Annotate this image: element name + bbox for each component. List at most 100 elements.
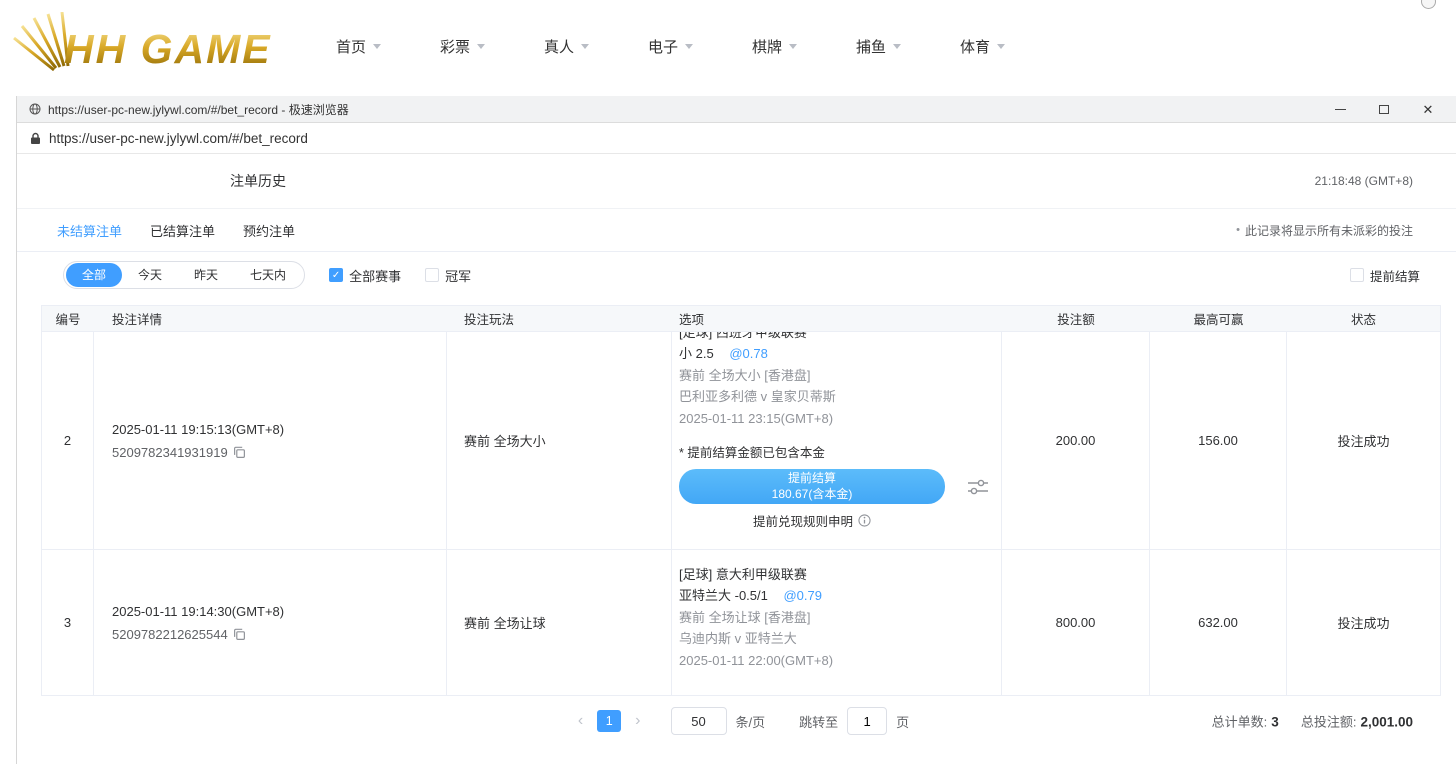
odds-value: @0.78 xyxy=(729,346,768,361)
jump-to-label: 跳转至 xyxy=(799,712,838,731)
pager: ‹ 1 › 条/页 跳转至 页 xyxy=(572,707,909,735)
tabs-note-text: 此记录将显示所有未派彩的投注 xyxy=(1245,222,1413,239)
browser-window: https://user-pc-new.jylywl.com/#/bet_rec… xyxy=(16,96,1456,764)
table-row: 2 2025-01-11 19:15:13(GMT+8) 52097823419… xyxy=(42,332,1440,550)
league-name: [足球] 西班牙甲级联赛 xyxy=(679,332,995,343)
maximize-button[interactable] xyxy=(1374,99,1394,119)
pill-all[interactable]: 全部 xyxy=(66,263,122,287)
checkbox-checked-icon: ✓ xyxy=(329,268,343,282)
all-events-checkbox[interactable]: ✓ 全部赛事 xyxy=(329,266,401,285)
jump-suffix-label: 页 xyxy=(896,712,909,731)
nav-item-sports[interactable]: 体育 xyxy=(960,36,1064,57)
cell-maxwin: 632.00 xyxy=(1150,550,1287,695)
nav-item-lottery[interactable]: 彩票 xyxy=(440,36,544,57)
nav-item-fishing[interactable]: 捕鱼 xyxy=(856,36,960,57)
cell-status: 投注成功 xyxy=(1287,550,1440,695)
cashout-rules-link[interactable]: 提前兑现规则申明 xyxy=(679,511,945,530)
totals: 总计单数:3 总投注额:2,001.00 xyxy=(1212,712,1413,731)
bet-id: 5209782341931919 xyxy=(112,445,228,460)
header-status: 状态 xyxy=(1287,306,1440,331)
address-url: https://user-pc-new.jylywl.com/#/bet_rec… xyxy=(49,131,308,146)
table-header: 编号 投注详情 投注玩法 选项 投注额 最高可赢 状态 xyxy=(42,305,1440,332)
nav-item-cards[interactable]: 棋牌 xyxy=(752,36,856,57)
match-time: 2025-01-11 22:00(GMT+8) xyxy=(679,650,995,672)
cell-option: [足球] 意大利甲级联赛 亚特兰大 -0.5/1 @0.79 赛前 全场让球 [… xyxy=(672,550,1002,695)
header-no: 编号 xyxy=(42,306,94,331)
nav-label: 棋牌 xyxy=(752,36,782,57)
copy-icon[interactable] xyxy=(233,446,246,459)
nav-item-home[interactable]: 首页 xyxy=(336,36,440,57)
jump-page-input[interactable] xyxy=(847,707,887,735)
window-title: https://user-pc-new.jylywl.com/#/bet_rec… xyxy=(48,101,349,118)
cashout-row: 提前结算 180.67(含本金) xyxy=(679,469,995,504)
chevron-down-icon xyxy=(893,44,901,49)
nav-item-live[interactable]: 真人 xyxy=(544,36,648,57)
bet-time: 2025-01-11 19:14:30(GMT+8) xyxy=(112,604,446,619)
early-settle-label: 提前结算 xyxy=(1370,266,1420,285)
cell-play: 赛前 全场大小 xyxy=(447,332,672,549)
selection: 亚特兰大 -0.5/1 xyxy=(679,588,768,603)
browser-titlebar[interactable]: https://user-pc-new.jylywl.com/#/bet_rec… xyxy=(17,96,1456,123)
nav-label: 真人 xyxy=(544,36,574,57)
cell-amount: 200.00 xyxy=(1002,332,1150,549)
minimize-button[interactable] xyxy=(1330,99,1350,119)
nav-item-slots[interactable]: 电子 xyxy=(648,36,752,57)
cashout-slider-icon[interactable] xyxy=(967,479,989,495)
header-maxwin: 最高可赢 xyxy=(1150,306,1287,331)
filter-row: 全部 今天 昨天 七天内 ✓ 全部赛事 冠军 提前结算 xyxy=(17,252,1456,298)
market-type: 赛前 全场让球 [香港盘] xyxy=(679,607,995,629)
address-bar[interactable]: https://user-pc-new.jylywl.com/#/bet_rec… xyxy=(17,123,1456,154)
match-teams: 巴利亚多利德 v 皇家贝蒂斯 xyxy=(679,386,995,408)
cell-option: [足球] 西班牙甲级联赛 小 2.5 @0.78 赛前 全场大小 [香港盘] 巴… xyxy=(672,332,1002,549)
pill-today[interactable]: 今天 xyxy=(122,263,178,287)
header-option: 选项 xyxy=(672,306,1002,331)
champion-label: 冠军 xyxy=(445,266,471,285)
site-header: HH GAME 首页 彩票 真人 电子 棋牌 捕鱼 体育 xyxy=(0,0,1456,92)
chevron-down-icon xyxy=(685,44,693,49)
nav-label: 电子 xyxy=(648,36,678,57)
page-number-button[interactable]: 1 xyxy=(597,710,621,732)
site-logo[interactable]: HH GAME xyxy=(10,12,300,81)
market-type: 赛前 全场大小 [香港盘] xyxy=(679,365,995,387)
cashout-button-amount: 180.67(含本金) xyxy=(772,487,853,503)
copy-icon[interactable] xyxy=(233,628,246,641)
prev-page-icon[interactable]: ‹ xyxy=(572,713,589,729)
tab-settled[interactable]: 已结算注单 xyxy=(150,221,215,240)
cashout-button-title: 提前结算 xyxy=(788,471,836,487)
cashout-rules-text: 提前兑现规则申明 xyxy=(753,511,853,530)
globe-icon xyxy=(29,103,41,115)
pagination-bar: ‹ 1 › 条/页 跳转至 页 总计单数:3 总投注额:2,001.00 xyxy=(41,698,1440,744)
champion-checkbox[interactable]: 冠军 xyxy=(425,266,471,285)
cell-details: 2025-01-11 19:15:13(GMT+8) 5209782341931… xyxy=(94,332,447,549)
cell-amount: 800.00 xyxy=(1002,550,1150,695)
pill-yesterday[interactable]: 昨天 xyxy=(178,263,234,287)
cashout-note: * 提前结算金额已包含本金 xyxy=(679,443,995,463)
chevron-down-icon xyxy=(789,44,797,49)
page-head: 注单历史 21:18:48 (GMT+8) xyxy=(17,154,1456,209)
tabs-note: • 此记录将显示所有未派彩的投注 xyxy=(1236,222,1413,239)
bet-id: 5209782212625544 xyxy=(112,627,228,642)
header-details: 投注详情 xyxy=(94,306,447,331)
maximize-icon xyxy=(1379,105,1389,114)
clipped-league-line: [足球] 西班牙甲级联赛 xyxy=(679,332,995,343)
early-settle-checkbox[interactable]: 提前结算 xyxy=(1350,266,1420,285)
odds-value: @0.79 xyxy=(783,588,822,603)
match-teams: 乌迪内斯 v 亚特兰大 xyxy=(679,628,995,650)
tab-unsettled[interactable]: 未结算注单 xyxy=(57,221,122,240)
logo-graphic: HH GAME xyxy=(10,12,290,76)
close-button[interactable]: ✕ xyxy=(1418,99,1438,119)
pill-7days[interactable]: 七天内 xyxy=(234,263,302,287)
header-play: 投注玩法 xyxy=(447,306,672,331)
next-page-icon[interactable]: › xyxy=(629,713,646,729)
info-icon xyxy=(858,514,871,527)
bet-table: 编号 投注详情 投注玩法 选项 投注额 最高可赢 状态 2 2025-01-11… xyxy=(41,305,1441,696)
selection-line: 小 2.5 @0.78 xyxy=(679,343,995,365)
tab-reserved[interactable]: 预约注单 xyxy=(243,221,295,240)
page-size-input[interactable] xyxy=(671,707,727,735)
cell-details: 2025-01-11 19:14:30(GMT+8) 5209782212625… xyxy=(94,550,447,695)
selection: 小 2.5 xyxy=(679,346,714,361)
header-amount: 投注额 xyxy=(1002,306,1150,331)
page-size-label: 条/页 xyxy=(736,712,766,731)
corner-avatar-icon[interactable] xyxy=(1421,0,1436,9)
cashout-button[interactable]: 提前结算 180.67(含本金) xyxy=(679,469,945,504)
